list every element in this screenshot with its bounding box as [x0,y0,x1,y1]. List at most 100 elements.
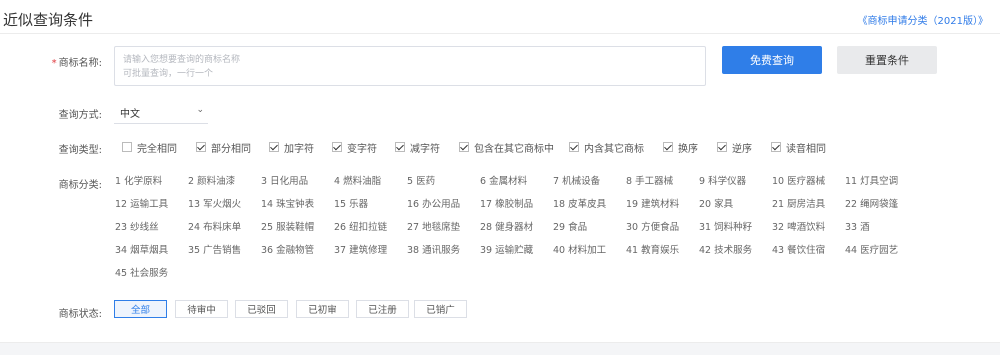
checkbox-box[interactable] [569,142,579,152]
chevron-down-icon: ⌄ [196,105,204,115]
checkbox-box[interactable] [395,142,405,152]
category-item[interactable]: 13 军火烟火 [188,196,241,210]
checkbox-label: 部分相同 [211,143,251,155]
checkbox-box[interactable] [196,142,206,152]
method-select[interactable]: 中文 ⌄ [114,102,208,124]
category-item[interactable]: 41 教育娱乐 [626,242,679,256]
checkbox-box[interactable] [269,142,279,152]
category-item[interactable]: 28 健身器材 [480,219,533,233]
category-item[interactable]: 19 建筑材料 [626,196,679,210]
category-item[interactable]: 31 饲料种籽 [699,219,752,233]
type-checkbox-reverse[interactable]: 逆序 [717,140,752,155]
category-item[interactable]: 1 化学原料 [115,173,162,187]
type-label: 查询类型: [58,145,102,156]
category-item[interactable]: 34 烟草烟具 [115,242,168,256]
category-item[interactable]: 11 灯具空调 [845,173,898,187]
type-checkbox-contained[interactable]: 包含在其它商标中 [459,140,554,155]
category-list: 1 化学原料 2 颜料油漆 3 日化用品 4 燃料油脂 5 医药 6 金属材料 7 机械设备… [115,173,915,288]
category-item[interactable]: 44 医疗园艺 [845,242,898,256]
status-tab-pending[interactable]: 待审中 [175,300,228,318]
status-label: 商标状态: [58,309,102,320]
type-checkbox-add-char[interactable]: 加字符 [269,140,314,155]
name-label-text: 商标名称: [58,58,102,69]
checkbox-label: 换序 [678,143,698,155]
status-tab-cancelled[interactable]: 已销广 [414,300,467,318]
category-item[interactable]: 25 服装鞋帽 [261,219,314,233]
category-item[interactable]: 32 啤酒饮料 [772,219,825,233]
type-checkbox-partial[interactable]: 部分相同 [196,140,251,155]
category-item[interactable]: 40 材料加工 [553,242,606,256]
footer-bar [0,342,1000,355]
category-item[interactable]: 30 方便食品 [626,219,679,233]
category-item[interactable]: 14 珠宝钟表 [261,196,314,210]
category-item[interactable]: 22 绳网袋篷 [845,196,898,210]
category-item[interactable]: 24 布料床单 [188,219,241,233]
checkbox-label: 读音相同 [786,143,826,155]
type-checkbox-exact[interactable]: 完全相同 [122,140,177,155]
checkbox-box[interactable] [663,142,673,152]
header-bar: 近似查询条件 《商标申请分类（2021版）》 [0,0,1000,34]
method-select-value: 中文 [120,109,140,120]
category-item[interactable]: 4 燃料油脂 [334,173,381,187]
status-tab-preliminary[interactable]: 已初审 [296,300,349,318]
category-item[interactable]: 45 社会服务 [115,265,168,279]
status-tab-rejected[interactable]: 已驳回 [235,300,288,318]
status-tab-all[interactable]: 全部 [114,300,167,318]
category-item[interactable]: 23 纱线丝 [115,219,159,233]
category-item[interactable]: 33 酒 [845,219,870,233]
category-item[interactable]: 42 技术服务 [699,242,752,256]
category-item[interactable]: 2 颜料油漆 [188,173,235,187]
category-item[interactable]: 10 医疗器械 [772,173,825,187]
category-item[interactable]: 17 橡胶制品 [480,196,533,210]
checkbox-label: 逆序 [732,143,752,155]
type-checkbox-change-char[interactable]: 变字符 [332,140,377,155]
category-item[interactable]: 29 食品 [553,219,587,233]
trademark-name-input[interactable] [115,47,705,85]
method-label: 查询方式: [58,110,102,121]
checkbox-box[interactable] [459,142,469,152]
category-item[interactable]: 43 餐饮住宿 [772,242,825,256]
name-label: * 商标名称: [32,54,102,69]
checkbox-label: 包含在其它商标中 [474,143,554,155]
checkbox-label: 加字符 [284,143,314,155]
category-item[interactable]: 21 厨房洁具 [772,196,825,210]
category-label: 商标分类: [58,180,102,191]
category-item[interactable]: 6 金属材料 [480,173,527,187]
category-item[interactable]: 3 日化用品 [261,173,308,187]
reset-button[interactable]: 重置条件 [837,46,937,74]
category-item[interactable]: 26 纽扣拉链 [334,219,387,233]
trademark-name-field[interactable] [114,46,706,86]
category-item[interactable]: 35 广告销售 [188,242,241,256]
category-item[interactable]: 20 家具 [699,196,733,210]
checkbox-label: 内含其它商标 [584,143,644,155]
category-item[interactable]: 36 金融物管 [261,242,314,256]
category-item[interactable]: 8 手工器械 [626,173,673,187]
type-checkbox-reorder[interactable]: 换序 [663,140,698,155]
category-item[interactable]: 39 运输贮藏 [480,242,533,256]
checkbox-box[interactable] [122,142,132,152]
checkbox-label: 减字符 [410,143,440,155]
category-item[interactable]: 16 办公用品 [407,196,460,210]
category-item[interactable]: 37 建筑修理 [334,242,387,256]
category-item[interactable]: 12 运输工具 [115,196,168,210]
checkbox-label: 变字符 [347,143,377,155]
category-item[interactable]: 27 地毯席垫 [407,219,460,233]
required-mark: * [51,58,57,69]
checkbox-box[interactable] [771,142,781,152]
category-item[interactable]: 38 通讯服务 [407,242,460,256]
type-checkbox-contains[interactable]: 内含其它商标 [569,140,644,155]
classification-link[interactable]: 《商标申请分类（2021版）》 [858,12,988,27]
category-item[interactable]: 15 乐器 [334,196,368,210]
checkbox-box[interactable] [332,142,342,152]
page-title: 近似查询条件 [3,11,94,29]
type-checkbox-homophone[interactable]: 读音相同 [771,140,826,155]
status-tab-registered[interactable]: 已注册 [356,300,409,318]
checkbox-label: 完全相同 [137,143,177,155]
checkbox-box[interactable] [717,142,727,152]
type-checkbox-remove-char[interactable]: 减字符 [395,140,440,155]
category-item[interactable]: 7 机械设备 [553,173,600,187]
category-item[interactable]: 9 科学仪器 [699,173,746,187]
search-button[interactable]: 免费查询 [722,46,822,74]
category-item[interactable]: 18 皮革皮具 [553,196,606,210]
category-item[interactable]: 5 医药 [407,173,435,187]
